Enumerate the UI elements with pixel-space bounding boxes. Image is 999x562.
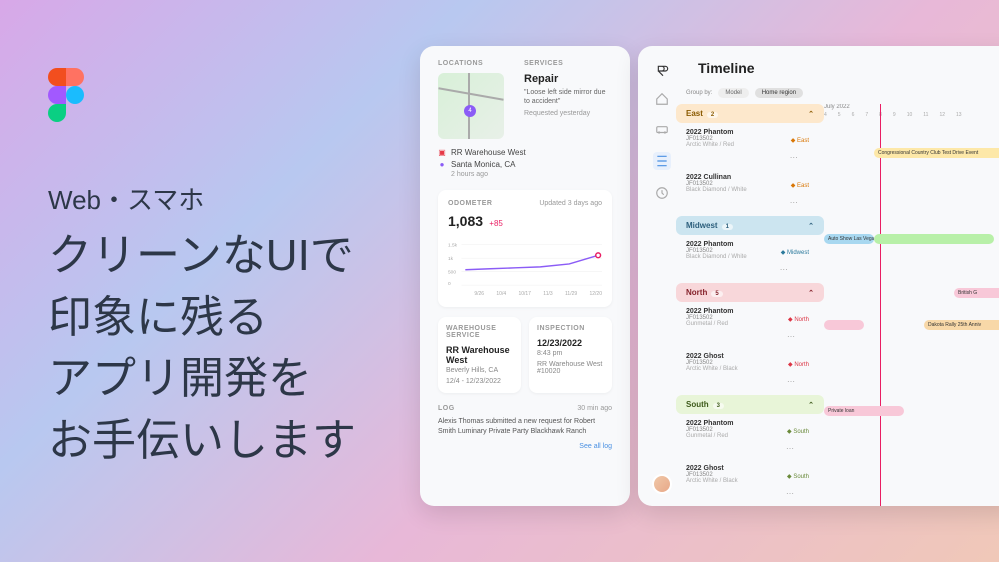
group-by-controls: Group by: Model Home region bbox=[676, 88, 999, 98]
vehicle-row[interactable]: 2022 GhostJF013502Arctic White / Black◆ … bbox=[676, 350, 824, 395]
chart-x-ticks: 9/26 10/4 10/17 11/3 11/29 12/20 bbox=[448, 291, 602, 297]
gantt-bar[interactable] bbox=[824, 320, 864, 330]
svg-text:1.5k: 1.5k bbox=[448, 243, 458, 249]
chevron-up-icon: ⌃ bbox=[808, 222, 814, 230]
city-timestamp: 2 hours ago bbox=[451, 171, 612, 178]
hero-subtitle: Web・スマホ bbox=[48, 180, 356, 217]
gantt-bar[interactable]: Congressional Country Club Test Drive Ev… bbox=[874, 148, 999, 158]
figma-logo-icon bbox=[48, 68, 88, 124]
odometer-value: 1,083 bbox=[448, 213, 483, 229]
odometer-chart: 1.5k 1k 500 0 bbox=[448, 237, 602, 289]
odometer-card: ODOMETER Updated 3 days ago 1,083 +85 1.… bbox=[438, 190, 612, 307]
timeline-title: Timeline bbox=[698, 60, 755, 76]
more-icon[interactable]: ⋯ bbox=[790, 153, 798, 162]
planner-icon[interactable] bbox=[653, 152, 671, 170]
warehouse-row[interactable]: ▣ RR Warehouse West bbox=[438, 148, 612, 157]
svg-text:1k: 1k bbox=[448, 256, 454, 262]
vehicle-row[interactable]: 2022 PhantomJF013502Arctic White / Red◆ … bbox=[676, 126, 824, 171]
inspection-card[interactable]: INSPECTION 12/23/2022 8:43 pm RR Warehou… bbox=[529, 317, 612, 393]
user-avatar[interactable] bbox=[652, 474, 672, 494]
region-header-south[interactable]: South3⌃ bbox=[676, 395, 824, 414]
region-header-east[interactable]: East2⌃ bbox=[676, 104, 824, 123]
locations-label: LOCATIONS bbox=[438, 60, 514, 67]
gantt-row-labels: East2⌃ 2022 PhantomJF013502Arctic White /… bbox=[676, 104, 824, 506]
hero-headline: クリーンなUIで 印象に残る アプリ開発を お手伝いします bbox=[48, 225, 356, 471]
detail-panel: LOCATIONS 4 SERVICES Repair "Loose left … bbox=[420, 46, 630, 506]
odometer-label: ODOMETER bbox=[448, 200, 492, 207]
log-timestamp: 30 min ago bbox=[577, 405, 612, 412]
log-label: LOG bbox=[438, 405, 455, 412]
more-icon[interactable]: ⋯ bbox=[786, 444, 794, 453]
more-icon[interactable]: ⋯ bbox=[780, 265, 788, 274]
timeline-sidebar bbox=[648, 88, 676, 506]
more-icon[interactable]: ⋯ bbox=[787, 377, 795, 386]
region-header-midwest[interactable]: Midwest1⌃ bbox=[676, 216, 824, 235]
location-pin-icon: ● bbox=[438, 161, 446, 169]
vehicle-row[interactable]: 2022 CullinanJF013502Black Diamond / Whi… bbox=[676, 171, 824, 216]
gantt-bar[interactable]: Private loan bbox=[824, 406, 904, 416]
odometer-delta: +85 bbox=[489, 219, 503, 228]
group-region-pill[interactable]: Home region bbox=[755, 88, 803, 98]
chevron-up-icon: ⌃ bbox=[808, 401, 814, 409]
hero-text: Web・スマホ クリーンなUIで 印象に残る アプリ開発を お手伝いします bbox=[48, 68, 356, 471]
home-icon[interactable] bbox=[655, 92, 669, 106]
gantt-bar[interactable]: British G bbox=[954, 288, 999, 298]
chevron-up-icon: ⌃ bbox=[808, 110, 814, 118]
map-pin-icon[interactable]: 4 bbox=[464, 105, 476, 117]
today-marker bbox=[880, 104, 881, 506]
service-title: Repair bbox=[524, 73, 612, 85]
svg-text:0: 0 bbox=[448, 281, 451, 287]
more-icon[interactable]: ⋯ bbox=[787, 332, 795, 341]
warehouse-service-card[interactable]: WAREHOUSE SERVICE RR Warehouse West Beve… bbox=[438, 317, 521, 393]
group-model-pill[interactable]: Model bbox=[718, 88, 748, 98]
vehicle-row[interactable]: 2022 PhantomJF013502Black Diamond / Whit… bbox=[676, 238, 824, 283]
chevron-up-icon: ⌃ bbox=[808, 289, 814, 297]
services-label: SERVICES bbox=[524, 60, 612, 67]
more-icon[interactable]: ⋯ bbox=[790, 198, 798, 207]
service-requested: Requested yesterday bbox=[524, 110, 612, 117]
see-all-log-link[interactable]: See all log bbox=[438, 443, 612, 450]
gantt-bar[interactable]: Auto Show Las Vegas bbox=[824, 234, 874, 244]
vehicle-icon[interactable] bbox=[655, 122, 669, 136]
service-description: "Loose left side mirror due to accident" bbox=[524, 88, 612, 106]
gantt-bar[interactable]: Dakota Rally 25th Anniv bbox=[924, 320, 999, 330]
more-icon[interactable]: ⋯ bbox=[786, 489, 794, 498]
vehicle-row[interactable]: 2022 PhantomJF013502Gunmetal / Red◆ Sout… bbox=[676, 417, 824, 462]
vehicle-row[interactable]: 2022 GhostJF013502Arctic White / Black◆ … bbox=[676, 462, 824, 506]
building-icon: ▣ bbox=[438, 149, 446, 157]
gantt-bar[interactable] bbox=[874, 234, 994, 244]
svg-text:500: 500 bbox=[448, 270, 456, 276]
odometer-updated: Updated 3 days ago bbox=[539, 200, 602, 207]
map-thumbnail[interactable]: 4 bbox=[438, 73, 504, 139]
day-ticks: 45678910111213 bbox=[824, 112, 999, 118]
clock-icon[interactable] bbox=[655, 186, 669, 200]
brand-logo-icon bbox=[656, 64, 670, 78]
vehicle-row[interactable]: 2022 PhantomJF013502Gunmetal / Red◆ Nort… bbox=[676, 305, 824, 350]
region-header-north[interactable]: North5⌃ bbox=[676, 283, 824, 302]
timeline-panel: Timeline Group by: Model Home region Eas… bbox=[638, 46, 999, 506]
city-row[interactable]: ● Santa Monica, CA bbox=[438, 160, 612, 169]
gantt-bars-area: July 2022 45678910111213 Congressional C… bbox=[824, 104, 999, 506]
log-entry: Alexis Thomas submitted a new request fo… bbox=[438, 417, 612, 437]
